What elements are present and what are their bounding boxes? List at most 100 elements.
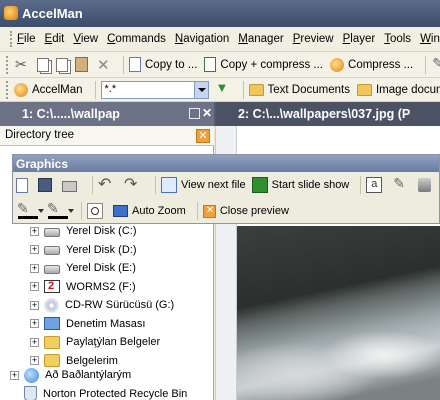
tree-item-label: Norton Protected Recycle Bin [43,387,188,400]
toolbar-grip[interactable] [6,55,9,74]
expand-icon[interactable]: + [30,300,39,310]
copy-compress-label: Copy + compress ... [220,58,324,71]
tree-item[interactable]: Norton Protected Recycle Bin [10,385,224,400]
tree-item[interactable]: + Yerel Disk (E:) [30,259,244,278]
auto-zoom-button[interactable]: Auto Zoom [113,205,186,217]
tree-item[interactable]: + Yerel Disk (C:) [30,222,244,241]
tool-button[interactable] [431,55,440,73]
save-image-button[interactable] [38,178,56,192]
menu-navigation[interactable]: Navigation [175,33,229,45]
tree-item[interactable]: + CD-RW Sürücüsü (G:) [30,296,244,315]
expand-icon[interactable]: + [30,226,39,236]
pen-icon [431,55,440,73]
undo-button[interactable] [98,174,118,194]
slide-show-icon [251,177,268,193]
menu-window[interactable]: Window [420,33,440,45]
directory-tree-header: Directory tree ✕ [0,126,214,146]
fill-color-picker[interactable] [46,200,74,220]
toolbar-grip[interactable] [6,80,9,99]
compress-button[interactable]: Compress ... [330,57,414,72]
network-icon [24,367,39,383]
right-pane-tab[interactable]: 2: C:\...\wallpapers\037.jpg (P [216,102,440,126]
tree-item-label: Belgelerim [66,354,118,367]
graphics-toolbar-title[interactable]: Graphics [13,155,439,172]
menu-bar: File Edit View Commands Navigation Manag… [0,27,440,52]
copy-path-button[interactable] [56,57,68,72]
image-documents-button[interactable]: Image documen [356,83,440,96]
menu-commands[interactable]: Commands [107,33,166,45]
undo-icon [98,174,114,194]
text-documents-label: Text Documents [267,83,350,96]
menu-grip[interactable] [10,31,13,47]
cut-button[interactable] [14,56,30,73]
tree-item[interactable]: + Denetim Masası [30,315,244,334]
chevron-down-icon[interactable] [193,81,208,98]
menu-edit[interactable]: Edit [45,33,65,45]
accelman-button[interactable]: AccelMan [14,82,83,97]
text-tool-button[interactable] [366,177,386,193]
auto-zoom-label: Auto Zoom [132,205,186,217]
zoom-tool-button[interactable] [87,203,107,219]
fill-tool-button[interactable] [418,178,435,192]
expand-icon[interactable]: + [30,245,39,255]
file-filter-combo[interactable]: *.* [100,80,209,99]
accelman-icon [14,82,28,97]
tree-item[interactable]: + WORMS2 (F:) [30,278,244,297]
copy-compress-button[interactable]: Copy + compress ... [204,57,323,72]
menu-view[interactable]: View [73,33,98,45]
apply-filter-button[interactable] [215,80,231,98]
expand-icon[interactable]: + [30,319,39,329]
chevron-down-icon[interactable] [68,209,74,213]
paste-button[interactable] [75,57,88,72]
folder-icon [356,83,372,96]
expand-icon[interactable]: + [30,282,39,292]
compress-label: Compress ... [348,58,414,71]
redo-icon [124,174,140,194]
copy-to-label: Copy to ... [145,58,198,71]
copy-to-button[interactable]: Copy to ... [129,57,197,72]
menu-tools[interactable]: Tools [384,33,411,45]
accelman-label: AccelMan [32,83,83,96]
maximize-icon[interactable] [189,108,200,119]
expand-icon[interactable]: + [10,370,19,380]
menu-preview[interactable]: Preview [293,33,334,45]
printer-icon [62,181,77,192]
toolbar-separator [81,202,82,220]
pen-tool-button[interactable] [392,175,412,193]
tree-item[interactable]: + Að Baðlantýlarým [10,366,224,385]
menu-manager[interactable]: Manager [238,33,283,45]
close-icon[interactable]: ✕ [202,107,213,119]
copy-button[interactable] [37,57,49,72]
tree-item-label: WORMS2 (F:) [66,280,136,293]
start-slide-show-button[interactable]: Start slide show [251,177,349,193]
toolbar-separator [360,176,362,194]
tree-item[interactable]: + Yerel Disk (D:) [30,241,244,260]
expand-icon[interactable]: + [30,263,39,273]
text-tool-icon [366,177,383,193]
close-panel-button[interactable]: ✕ [196,129,210,143]
menu-file[interactable]: File [17,33,36,45]
directory-tree-title: Directory tree [5,129,75,141]
close-preview-button[interactable]: Close preview [202,204,289,218]
delete-button[interactable] [95,56,111,74]
chevron-down-icon[interactable] [38,209,44,213]
expand-icon[interactable]: + [30,337,39,347]
redo-button[interactable] [124,174,144,194]
text-documents-button[interactable]: Text Documents [248,83,350,96]
view-next-file-button[interactable]: View next file [161,177,246,193]
close-preview-label: Close preview [219,205,289,217]
tree-item-label: Yerel Disk (C:) [66,225,137,238]
toolbar-separator [425,55,427,74]
graphics-toolbar-row-2: Auto Zoom Close preview [13,198,439,224]
print-image-button[interactable] [62,178,81,192]
monitor-icon [113,205,128,217]
expand-icon[interactable]: + [30,356,39,366]
pen-color-picker[interactable] [16,200,44,220]
left-pane-tab[interactable]: 1: C:\.....\wallpap ✕ [0,102,214,126]
funnel-icon [215,80,231,98]
floppy-icon [38,178,52,192]
wallpaper-preview-image[interactable] [237,226,440,400]
tree-item[interactable]: + Paylaţýlan Belgeler [30,333,244,352]
new-image-button[interactable] [16,177,32,193]
menu-player[interactable]: Player [343,33,376,45]
